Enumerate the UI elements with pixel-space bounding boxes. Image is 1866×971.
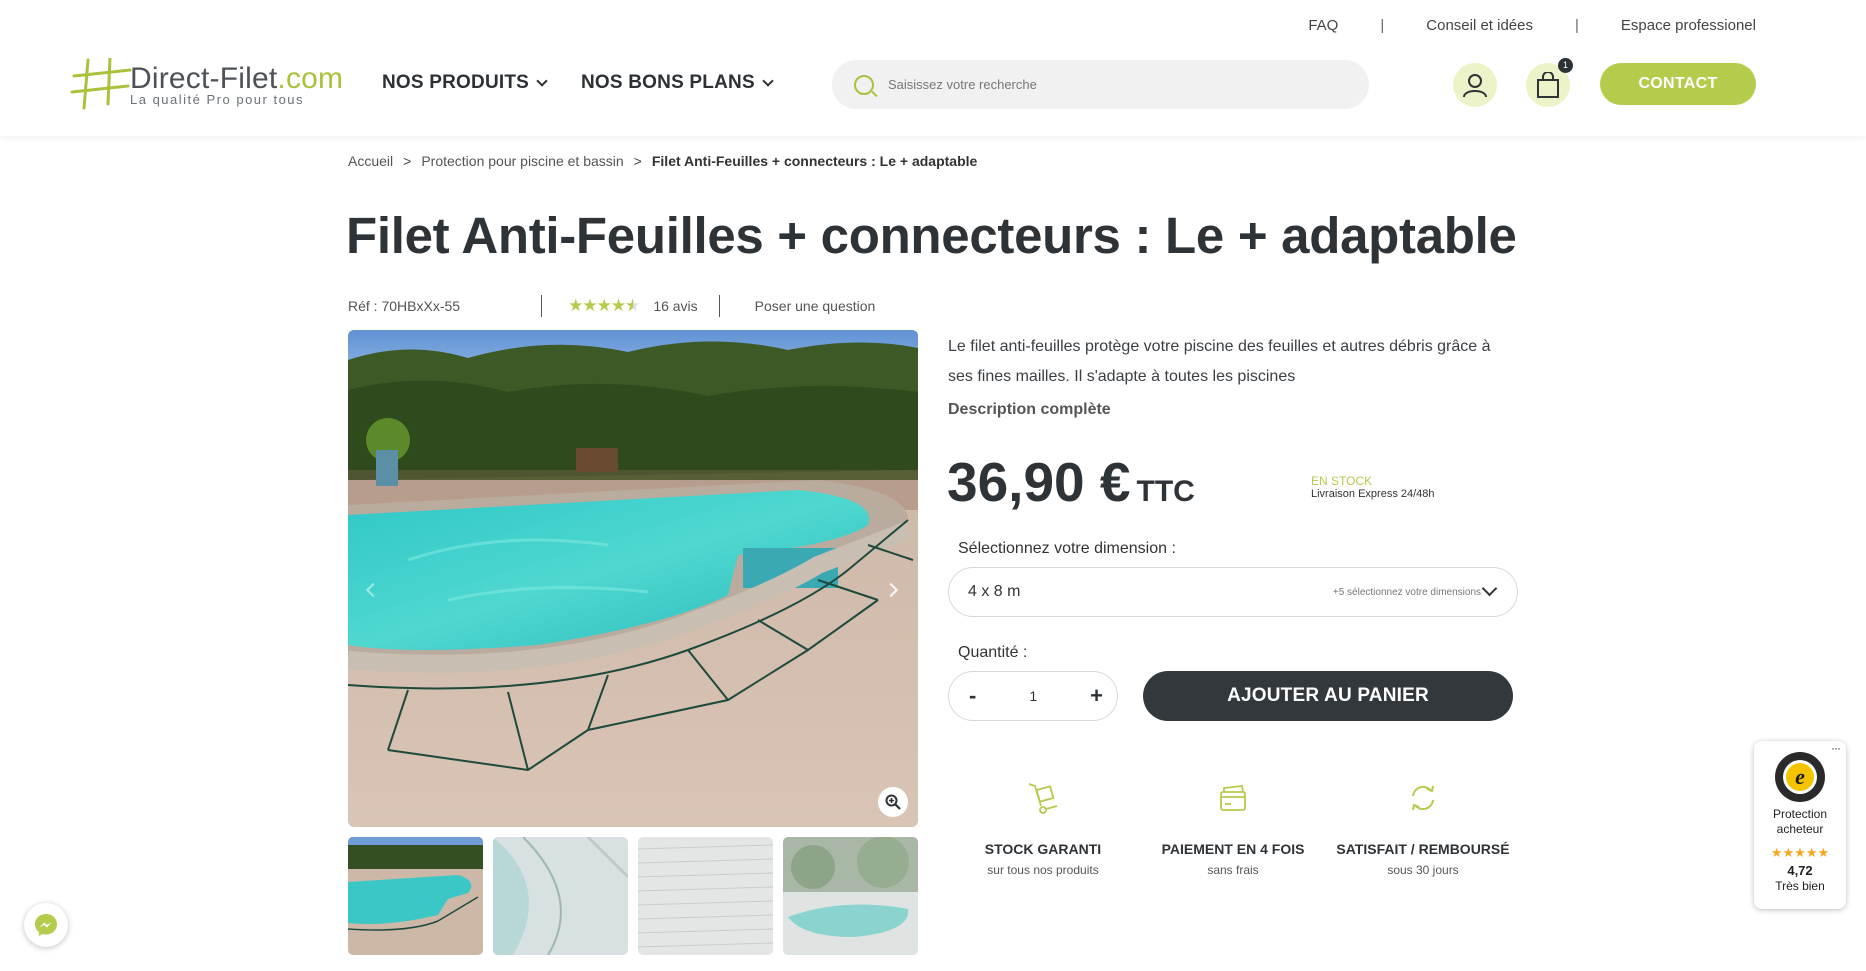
quantity-input[interactable]: 1	[1029, 688, 1037, 704]
breadcrumb-current: Filet Anti-Feuilles + connecteurs : Le +…	[651, 153, 978, 169]
messenger-chat-button[interactable]	[24, 903, 68, 947]
thumbnail-4[interactable]	[783, 837, 918, 955]
site-header: FAQ | Conseil et idées | Espace professi…	[0, 0, 1866, 136]
dimension-select[interactable]: 4 x 8 m +5 sélectionnez votre dimensions	[948, 567, 1518, 617]
product-main-image[interactable]	[348, 330, 918, 827]
feature-subtitle: sous 30 jours	[1387, 863, 1459, 877]
nav-bons-plans[interactable]: NOS BONS PLANS	[581, 72, 774, 94]
feature-refund: SATISFAIT / REMBOURSÉ sous 30 jours	[1328, 780, 1518, 877]
more-options-icon[interactable]: ···	[1831, 741, 1841, 755]
net-closeup-thumbnail	[493, 837, 628, 955]
trusted-shops-seal-icon: e	[1774, 751, 1826, 803]
nav-bons-plans-label: NOS BONS PLANS	[581, 72, 755, 93]
feature-subtitle: sur tous nos produits	[987, 863, 1099, 877]
product-price: 36,90 € TTC	[947, 450, 1195, 514]
top-links: FAQ | Conseil et idées | Espace professi…	[1308, 17, 1756, 34]
pool-thumbnail	[348, 837, 483, 955]
full-description-link[interactable]: Description complète	[948, 401, 1111, 419]
chevron-down-icon	[1481, 580, 1498, 597]
ask-question-link[interactable]: Poser une question	[755, 298, 876, 314]
page-title: Filet Anti-Feuilles + connecteurs : Le +…	[346, 207, 1517, 264]
contact-button[interactable]: CONTACT	[1600, 63, 1756, 105]
stock-status: EN STOCK	[1311, 474, 1373, 488]
trust-score: 4,72	[1787, 863, 1813, 878]
divider	[541, 295, 543, 317]
price-value: 36,90 €	[947, 451, 1131, 513]
product-short-description: Le filet anti-feuilles protège votre pis…	[948, 338, 1491, 385]
top-link-conseil[interactable]: Conseil et idées	[1426, 17, 1533, 34]
credit-card-icon	[1220, 785, 1246, 811]
thumbnail-1[interactable]	[348, 837, 483, 955]
quantity-decrease-button[interactable]: -	[969, 683, 976, 709]
star-icon: ★	[582, 296, 597, 315]
dimension-value: 4 x 8 m	[968, 583, 1021, 600]
trust-protection-label: Protection acheteur	[1772, 807, 1828, 836]
quantity-stepper: - 1 +	[948, 671, 1118, 721]
trust-quality: Très bien	[1775, 879, 1825, 893]
top-link-espace-pro[interactable]: Espace professionel	[1621, 17, 1756, 34]
feature-title: PAIEMENT EN 4 FOIS	[1161, 841, 1305, 857]
covered-pool-thumbnail	[783, 837, 918, 955]
star-icon: ★	[568, 296, 583, 315]
shopping-bag-icon	[1537, 72, 1559, 98]
breadcrumb-home[interactable]: Accueil	[348, 153, 393, 169]
star-icon: ★	[610, 296, 626, 315]
pool-photo	[348, 330, 918, 827]
nav-produits[interactable]: NOS PRODUITS	[382, 72, 548, 94]
trusted-shops-badge[interactable]: ··· e Protection acheteur ★★★★★ 4,72 Trè…	[1754, 741, 1846, 909]
top-link-faq[interactable]: FAQ	[1308, 17, 1338, 34]
add-to-cart-button[interactable]: AJOUTER AU PANIER	[1143, 671, 1513, 721]
product-meta: Réf : 70HBxXx-55 ★ ★ ★ ★ ★ ★ 16 avis Pose…	[348, 294, 875, 318]
divider	[718, 295, 720, 317]
feature-title: STOCK GARANTI	[984, 841, 1102, 857]
breadcrumb-category[interactable]: Protection pour piscine et bassin	[421, 153, 623, 169]
trust-stars: ★★★★★	[1770, 845, 1830, 860]
svg-text:e: e	[1795, 764, 1805, 789]
breadcrumb-separator: >	[633, 153, 642, 169]
account-button[interactable]	[1453, 63, 1497, 107]
feature-subtitle: sans frais	[1207, 863, 1259, 877]
cart-count-badge: 1	[1558, 58, 1573, 73]
product-ref: Réf : 70HBxXx-55	[348, 298, 461, 314]
thumbnail-3[interactable]	[638, 837, 773, 955]
top-link-separator: |	[1380, 17, 1385, 34]
dimension-hint: +5 sélectionnez votre dimensions	[1332, 586, 1481, 598]
hand-truck-icon	[1028, 783, 1058, 814]
search-input[interactable]	[888, 77, 1328, 92]
thumbnail-strip	[348, 837, 918, 955]
zoom-button[interactable]	[878, 787, 908, 817]
breadcrumb: Accueil > Protection pour piscine et bas…	[348, 153, 977, 169]
feature-title: SATISFAIT / REMBOURSÉ	[1336, 841, 1510, 857]
search-bar	[832, 60, 1369, 109]
feature-payment: PAIEMENT EN 4 FOIS sans frais	[1138, 780, 1328, 877]
quantity-increase-button[interactable]: +	[1090, 683, 1103, 709]
delivery-info: Livraison Express 24/48h	[1311, 488, 1435, 500]
chevron-down-icon	[762, 74, 774, 87]
refresh-icon	[1412, 785, 1434, 811]
user-icon	[1463, 74, 1487, 98]
chevron-down-icon	[536, 74, 548, 87]
logo-tagline: La qualité Pro pour tous	[130, 92, 305, 107]
price-suffix: TTC	[1136, 475, 1195, 508]
logo-name: Direct-Filet.com	[130, 62, 344, 95]
reviews-link[interactable]: 16 avis	[653, 298, 697, 314]
net-logo-icon	[70, 58, 132, 110]
feature-stock: STOCK GARANTI sur tous nos produits	[948, 780, 1138, 877]
breadcrumb-separator: >	[403, 153, 412, 169]
star-icon: ★	[596, 296, 612, 315]
mesh-texture-thumbnail	[638, 837, 773, 955]
quantity-label: Quantité :	[958, 644, 1028, 661]
half-star-icon: ★ ★	[625, 296, 640, 315]
site-logo[interactable]: Direct-Filet.com La qualité Pro pour tou…	[70, 58, 343, 114]
search-icon[interactable]	[854, 74, 874, 95]
nav-produits-label: NOS PRODUITS	[382, 72, 530, 93]
top-link-separator: |	[1575, 17, 1579, 34]
zoom-in-icon	[885, 794, 901, 810]
rating-stars[interactable]: ★ ★ ★ ★ ★ ★	[568, 296, 640, 316]
dimension-label: Sélectionnez votre dimension :	[958, 540, 1176, 557]
messenger-icon	[35, 914, 57, 936]
thumbnail-2[interactable]	[493, 837, 628, 955]
cart-button[interactable]: 1	[1526, 58, 1573, 107]
